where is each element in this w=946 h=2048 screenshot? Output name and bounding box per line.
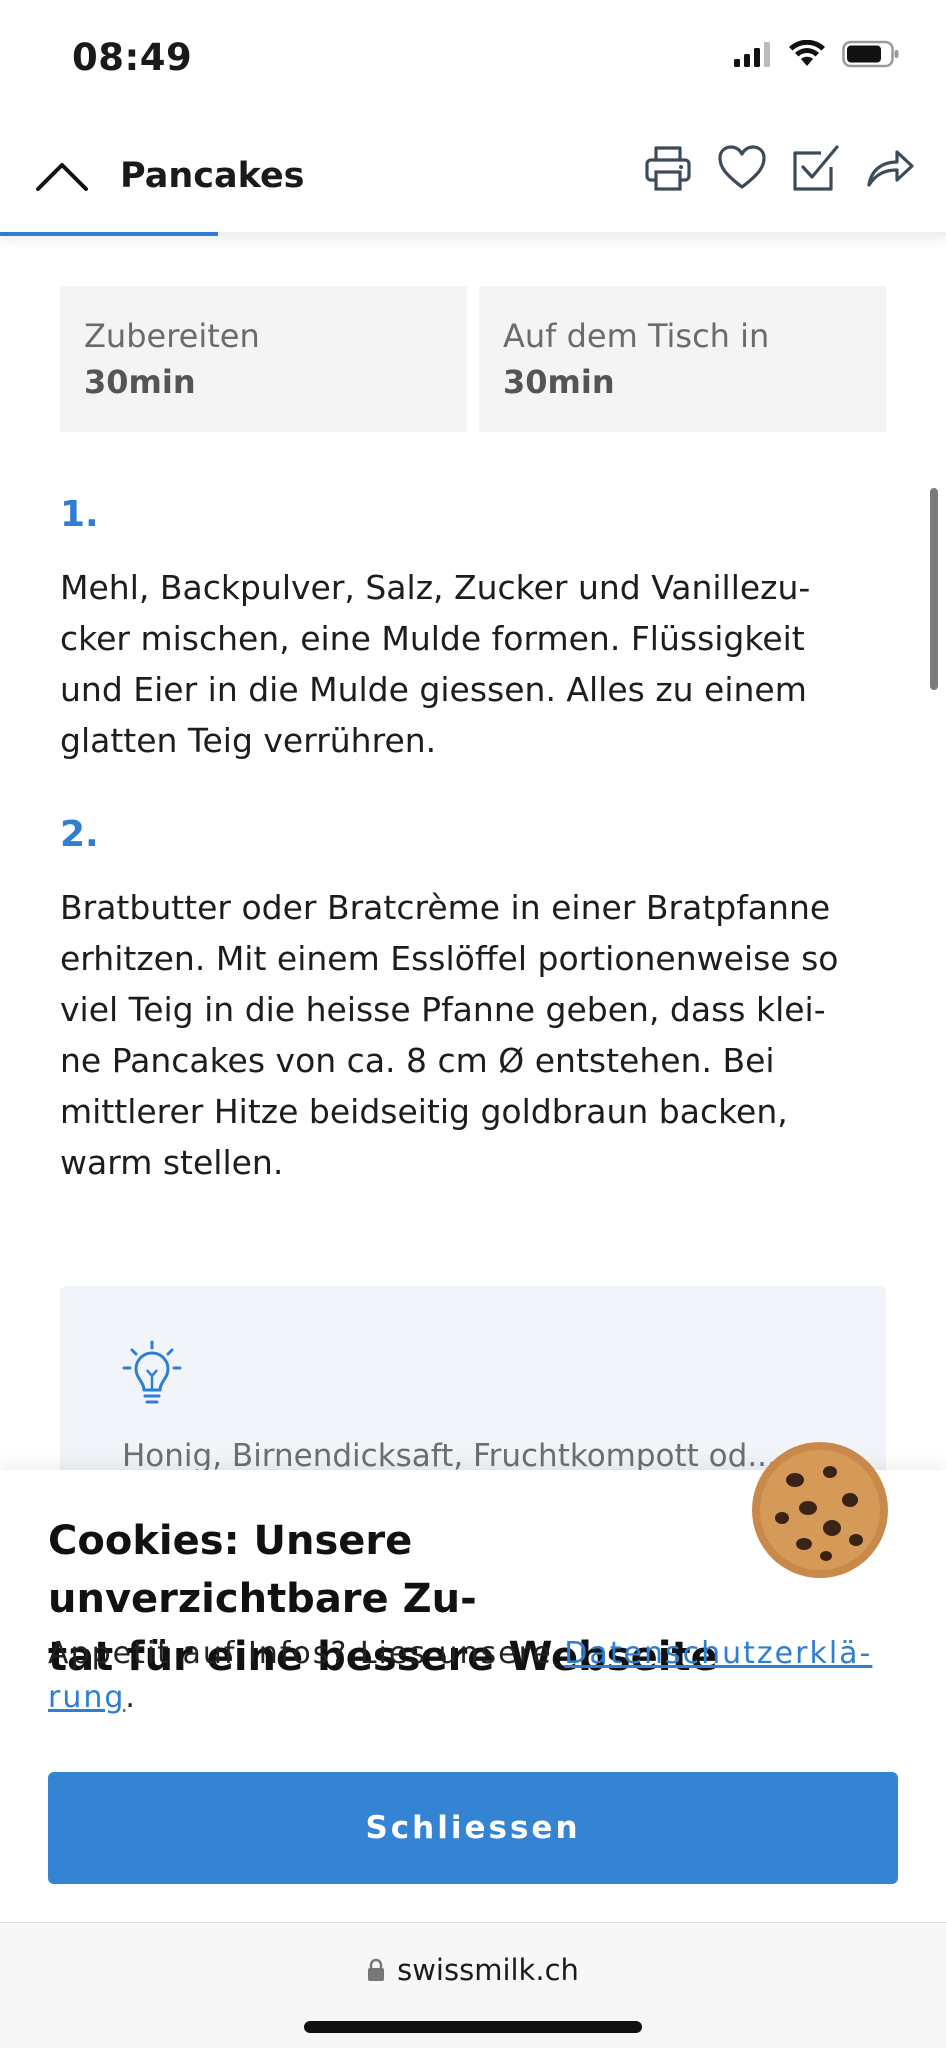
- step-line: warm stellen.: [60, 1143, 284, 1182]
- privacy-policy-link-cont[interactable]: rung: [48, 1680, 125, 1715]
- reading-progress-track: [0, 232, 946, 236]
- recipe-title: Pancakes: [120, 156, 305, 196]
- cookie-banner: Cookies: Unsere unverzichtbare Zu- tat f…: [0, 1442, 946, 1922]
- battery-icon: [842, 40, 899, 68]
- url-container: swissmilk.ch: [0, 1953, 946, 1987]
- total-time-box: Auf dem Tisch in 30min: [479, 286, 886, 432]
- lightbulb-icon: [122, 1340, 182, 1404]
- cookie-body: Appetit auf Infos? Lies unsere Datenschu…: [48, 1632, 908, 1720]
- prep-time-box: Zubereiten 30min: [60, 286, 467, 432]
- favorite-button[interactable]: [716, 142, 768, 194]
- checkbox-icon: [793, 145, 839, 191]
- step-1-number: 1.: [60, 494, 99, 535]
- tip-box: Honig, Birnendicksaft, Fruchtkompott od.…: [60, 1286, 886, 1496]
- lock-icon: [368, 1958, 385, 1981]
- step-line: ne Pancakes von ca. 8 cm Ø entstehen. Be…: [60, 1041, 775, 1080]
- url-domain: swissmilk.ch: [397, 1953, 579, 1987]
- prep-time-value: 30min: [84, 363, 196, 401]
- recipe-header: Pancakes: [0, 120, 946, 236]
- header-actions: [642, 142, 916, 194]
- step-line: mittlerer Hitze beidseitig goldbraun bac…: [60, 1092, 788, 1131]
- step-2-number: 2.: [60, 814, 99, 855]
- close-cookie-button[interactable]: Schliessen: [48, 1772, 898, 1884]
- browser-url-bar[interactable]: swissmilk.ch: [0, 1922, 946, 2048]
- reading-progress-bar: [0, 232, 218, 236]
- printer-icon: [645, 146, 691, 191]
- cookie-body-text: Appetit auf Infos? Lies unsere: [48, 1636, 565, 1671]
- step-line: und Eier in die Mulde giessen. Alles zu …: [60, 670, 807, 709]
- chevron-up-icon: [36, 163, 88, 191]
- home-indicator[interactable]: [304, 2021, 642, 2033]
- scroll-indicator[interactable]: [930, 488, 938, 690]
- step-line: viel Teig in die heisse Pfanne geben, da…: [60, 990, 826, 1029]
- status-time: 08:49: [72, 36, 193, 79]
- tip-text: Honig, Birnendicksaft, Fruchtkompott od.…: [122, 1438, 777, 1474]
- step-line: erhitzen. Mit einem Esslöffel portionenw…: [60, 939, 839, 978]
- step-2-text: Bratbutter oder Bratcrème in einer Bratp…: [60, 882, 890, 1188]
- total-time-value: 30min: [503, 363, 615, 401]
- cookie-title-line: Cookies: Unsere unverzichtbare Zu-: [48, 1518, 477, 1622]
- share-icon: [867, 150, 914, 187]
- collapse-button[interactable]: [30, 148, 94, 204]
- print-button[interactable]: [642, 142, 694, 194]
- status-icons: [732, 40, 900, 68]
- cookie-body-period: .: [125, 1680, 137, 1715]
- shopping-list-button[interactable]: [790, 142, 842, 194]
- heart-icon: [718, 145, 766, 189]
- time-boxes: Zubereiten 30min Auf dem Tisch in 30min: [60, 286, 886, 432]
- cellular-signal-icon: [734, 42, 770, 67]
- cookie-image: [752, 1442, 888, 1578]
- wifi-icon: [789, 40, 825, 66]
- total-time-label: Auf dem Tisch in: [503, 317, 770, 355]
- status-bar: 08:49: [0, 0, 946, 120]
- step-line: Mehl, Backpulver, Salz, Zucker und Vanil…: [60, 568, 811, 607]
- step-line: cker mischen, eine Mulde formen. Flüssig…: [60, 619, 805, 658]
- step-line: Bratbutter oder Bratcrème in einer Bratp…: [60, 888, 831, 927]
- privacy-policy-link[interactable]: Datenschutzerklä-: [564, 1636, 872, 1671]
- prep-time-label: Zubereiten: [84, 317, 260, 355]
- share-button[interactable]: [864, 142, 916, 194]
- step-1-text: Mehl, Backpulver, Salz, Zucker und Vanil…: [60, 562, 890, 766]
- step-line: glatten Teig verrühren.: [60, 721, 437, 760]
